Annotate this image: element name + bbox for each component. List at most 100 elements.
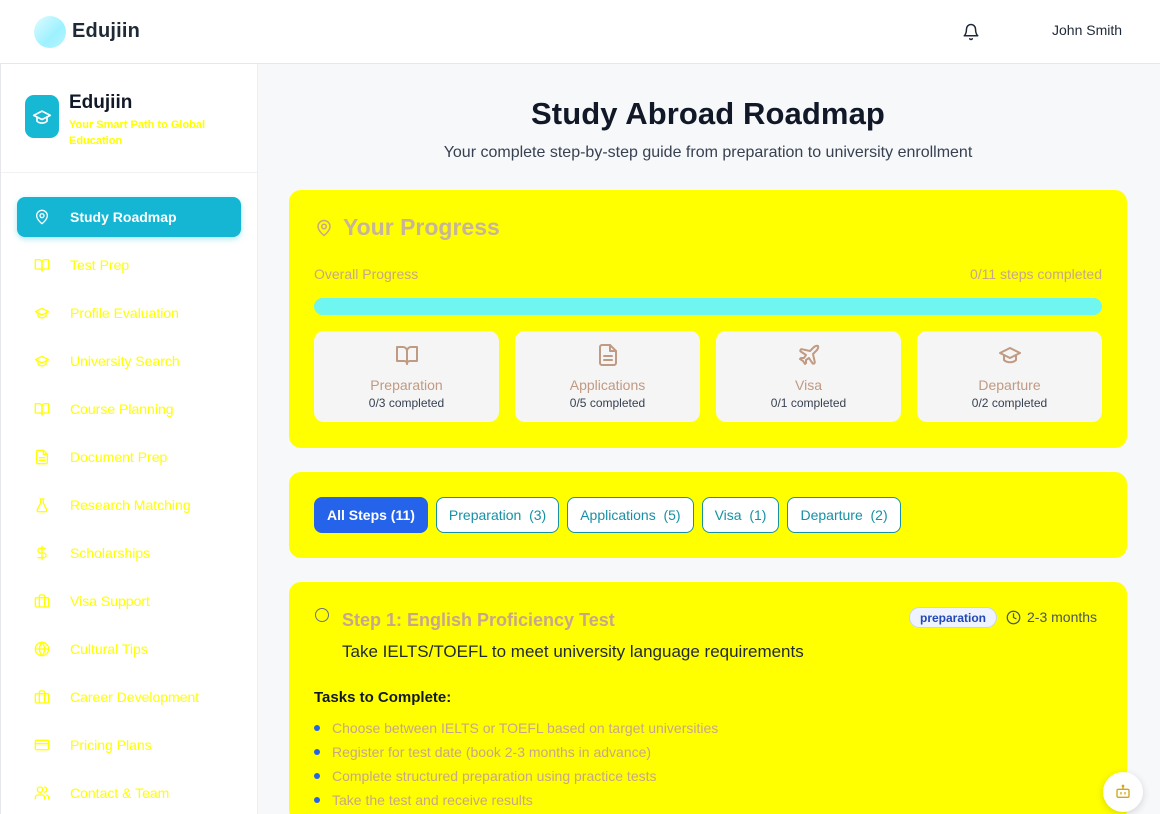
bullet-dot <box>314 773 320 779</box>
sidebar-item-label: Study Roadmap <box>70 209 177 225</box>
stage-card-departure: Departure 0/2 completed <box>917 331 1102 422</box>
sidebar-item-label: Scholarships <box>70 545 151 561</box>
stage-completed-count: 0/5 completed <box>569 396 646 410</box>
task-text: Complete structured preparation using pr… <box>332 768 657 784</box>
sidebar-header: Edujiin Your Smart Path to Global Educat… <box>1 64 257 173</box>
step-duration: 2-3 months <box>1006 609 1097 625</box>
step-complete-radio[interactable] <box>315 608 329 622</box>
tasks-heading: Tasks to Complete: <box>314 689 452 706</box>
sidebar-item-cultural-tips[interactable]: Cultural Tips <box>17 629 241 669</box>
credit-card-icon <box>34 737 50 753</box>
sidebar-item-label: Contact & Team <box>70 785 170 801</box>
dollar-icon <box>34 545 50 561</box>
users-icon <box>34 785 50 801</box>
bullet-dot <box>314 725 320 731</box>
graduation-cap-icon <box>998 343 1022 367</box>
chatbot-button[interactable] <box>1103 772 1143 812</box>
stage-completed-count: 0/3 completed <box>368 396 445 410</box>
brand-logo[interactable]: Edujiin <box>34 15 141 48</box>
sidebar: Edujiin Your Smart Path to Global Educat… <box>0 64 258 814</box>
brand-name: Edujiin <box>72 20 141 42</box>
stage-name: Applications <box>569 377 646 393</box>
sidebar-tagline: Your Smart Path to Global Education <box>69 119 206 147</box>
sidebar-item-label: Visa Support <box>70 593 150 609</box>
book-open-icon <box>395 343 419 367</box>
graduation-cap-icon <box>34 305 50 321</box>
filter-chip-applications[interactable]: Applications (5) <box>567 497 694 533</box>
filter-chip-preparation[interactable]: Preparation (3) <box>435 497 560 533</box>
filter-chips: All Steps (11) Preparation (3) Application… <box>314 497 909 533</box>
stage-completed-count: 0/1 completed <box>770 396 847 410</box>
flask-icon <box>34 497 50 513</box>
stage-stats: Preparation 0/3 completed Applications 0/5 … <box>314 331 1102 422</box>
sidebar-item-label: Career Development <box>70 689 200 705</box>
sidebar-item-course-planning[interactable]: Course Planning <box>17 389 241 429</box>
briefcase-icon <box>34 593 50 609</box>
stage-card-applications: Applications 0/5 completed <box>515 331 700 422</box>
sidebar-item-label: Profile Evaluation <box>70 305 179 321</box>
sidebar-item-label: Research Matching <box>70 497 191 513</box>
sidebar-item-study-roadmap[interactable]: Study Roadmap <box>17 197 241 237</box>
sidebar-item-label: Course Planning <box>70 401 174 417</box>
file-text-icon <box>596 343 620 367</box>
step-duration-text: 2-3 months <box>1027 609 1098 625</box>
filter-chip-all-steps[interactable]: All Steps (11) <box>314 497 428 533</box>
filter-chip-departure[interactable]: Departure (2) <box>787 497 901 533</box>
sidebar-item-label: Pricing Plans <box>70 737 152 753</box>
sidebar-item-visa-support[interactable]: Visa Support <box>17 581 241 621</box>
brand-logo-icon <box>34 15 66 48</box>
sidebar-item-pricing-plans[interactable]: Pricing Plans <box>17 725 241 765</box>
bell-icon[interactable] <box>962 22 980 42</box>
map-pin-icon <box>317 219 331 236</box>
progress-title-text: Your Progress <box>343 214 500 240</box>
stage-name: Visa <box>795 377 822 393</box>
sidebar-item-career-development[interactable]: Career Development <box>17 677 241 717</box>
sidebar-item-document-prep[interactable]: Document Prep <box>17 437 241 477</box>
plane-icon <box>797 343 821 367</box>
task-item: Register for test date (book 2-3 months … <box>314 740 718 764</box>
bot-icon <box>1116 784 1130 798</box>
sidebar-title: Edujiin <box>69 92 133 113</box>
steps-completed-count: 0/11 steps completed <box>969 266 1102 282</box>
stage-card-preparation: Preparation 0/3 completed <box>314 331 499 422</box>
sidebar-item-university-search[interactable]: University Search <box>17 341 241 381</box>
graduation-cap-icon <box>25 95 59 138</box>
progress-title: Your Progress <box>315 214 500 241</box>
briefcase-icon <box>34 689 50 705</box>
step-card: Step 1: English Proficiency Test prepara… <box>289 582 1127 814</box>
stage-name: Preparation <box>370 377 443 393</box>
sidebar-item-label: Document Prep <box>70 449 168 465</box>
map-pin-icon <box>34 209 50 225</box>
sidebar-item-profile-evaluation[interactable]: Profile Evaluation <box>17 293 241 333</box>
sidebar-item-scholarships[interactable]: Scholarships <box>17 533 241 573</box>
task-list: Choose between IELTS or TOEFL based on t… <box>314 716 718 812</box>
book-open-icon <box>34 257 50 273</box>
task-text: Register for test date (book 2-3 months … <box>332 744 652 760</box>
step-description: Take IELTS/TOEFL to meet university lang… <box>342 642 804 661</box>
filter-card: All Steps (11) Preparation (3) Application… <box>289 472 1127 558</box>
task-item: Choose between IELTS or TOEFL based on t… <box>314 716 718 740</box>
sidebar-item-label: Test Prep <box>70 257 130 273</box>
task-text: Choose between IELTS or TOEFL based on t… <box>332 720 719 736</box>
filter-chip-visa[interactable]: Visa (1) <box>701 497 780 533</box>
overall-progress-label: Overall Progress <box>314 266 419 282</box>
step-category-badge: preparation <box>909 607 998 628</box>
bullet-dot <box>314 797 320 803</box>
sidebar-item-research-matching[interactable]: Research Matching <box>17 485 241 525</box>
stage-name: Departure <box>978 377 1041 393</box>
clock-icon <box>1006 610 1021 624</box>
task-item: Take the test and receive results <box>314 788 718 812</box>
progress-card: Your Progress Overall Progress 0/11 step… <box>289 190 1127 448</box>
sidebar-item-test-prep[interactable]: Test Prep <box>17 245 241 285</box>
page-title: Study Abroad Roadmap <box>531 96 885 131</box>
stage-card-visa: Visa 0/1 completed <box>716 331 901 422</box>
sidebar-item-contact-team[interactable]: Contact & Team <box>17 773 241 813</box>
globe-icon <box>34 641 50 657</box>
top-bar: Edujiin John Smith <box>0 0 1160 64</box>
step-title: Step 1: English Proficiency Test <box>342 610 615 630</box>
user-name[interactable]: John Smith <box>1052 22 1122 38</box>
file-text-icon <box>34 449 50 465</box>
page-subtitle: Your complete step-by-step guide from pr… <box>443 144 973 161</box>
book-open-icon <box>34 401 50 417</box>
task-text: Take the test and receive results <box>332 792 533 808</box>
